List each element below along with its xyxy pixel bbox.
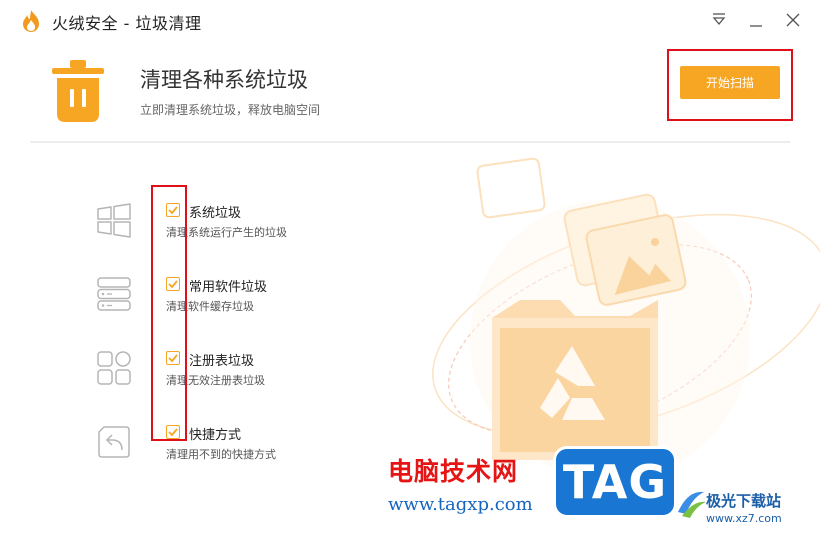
item-title: 快捷方式	[189, 428, 242, 443]
highlight-box-checkboxes	[151, 185, 187, 441]
item-shortcuts: 快捷方式 清理用不到的快捷方式	[0, 424, 400, 484]
registry-grid-icon	[97, 351, 131, 385]
window-title: 火绒安全 - 垃圾清理	[52, 14, 202, 33]
clean-header: 清理各种系统垃圾 立即清理系统垃圾，释放电脑空间 开始扫描	[0, 40, 820, 140]
watermark-tag-text: TAG	[562, 455, 668, 509]
highlight-box-scan	[667, 49, 793, 121]
menu-icon[interactable]	[707, 8, 731, 32]
page-subtitle: 立即清理系统垃圾，释放电脑空间	[140, 103, 321, 117]
minimize-icon[interactable]	[744, 8, 768, 32]
item-description: 清理用不到的快捷方式	[166, 448, 276, 461]
aurora-logo-icon	[678, 491, 706, 518]
page-title: 清理各种系统垃圾	[140, 68, 308, 92]
watermark-site-url: www.xz7.com	[706, 512, 782, 525]
software-stack-icon	[97, 277, 131, 311]
watermark-url: www.tagxp.com	[388, 494, 533, 515]
watermark-site-name: 极光下载站	[706, 492, 782, 510]
windows-logo-icon	[97, 203, 131, 238]
item-title: 注册表垃圾	[189, 354, 255, 369]
shortcut-arrow-icon	[98, 426, 130, 458]
watermark-tag-badge: TAG	[553, 446, 677, 518]
divider	[30, 141, 790, 143]
trash-bin-icon	[52, 60, 104, 122]
cleanup-illustration	[432, 157, 820, 480]
close-icon[interactable]	[781, 8, 805, 32]
item-system-junk: 系统垃圾 清理系统运行产生的垃圾	[0, 202, 400, 262]
item-title: 系统垃圾	[189, 206, 242, 221]
title-bar: 火绒安全 - 垃圾清理	[0, 0, 820, 40]
item-title: 常用软件垃圾	[189, 280, 268, 295]
huorong-flame-icon	[23, 10, 39, 32]
watermark-text: 电脑技术网	[388, 457, 519, 486]
item-software-junk: 常用软件垃圾 清理软件缓存垃圾	[0, 276, 400, 336]
item-registry-junk: 注册表垃圾 清理无效注册表垃圾	[0, 350, 400, 410]
